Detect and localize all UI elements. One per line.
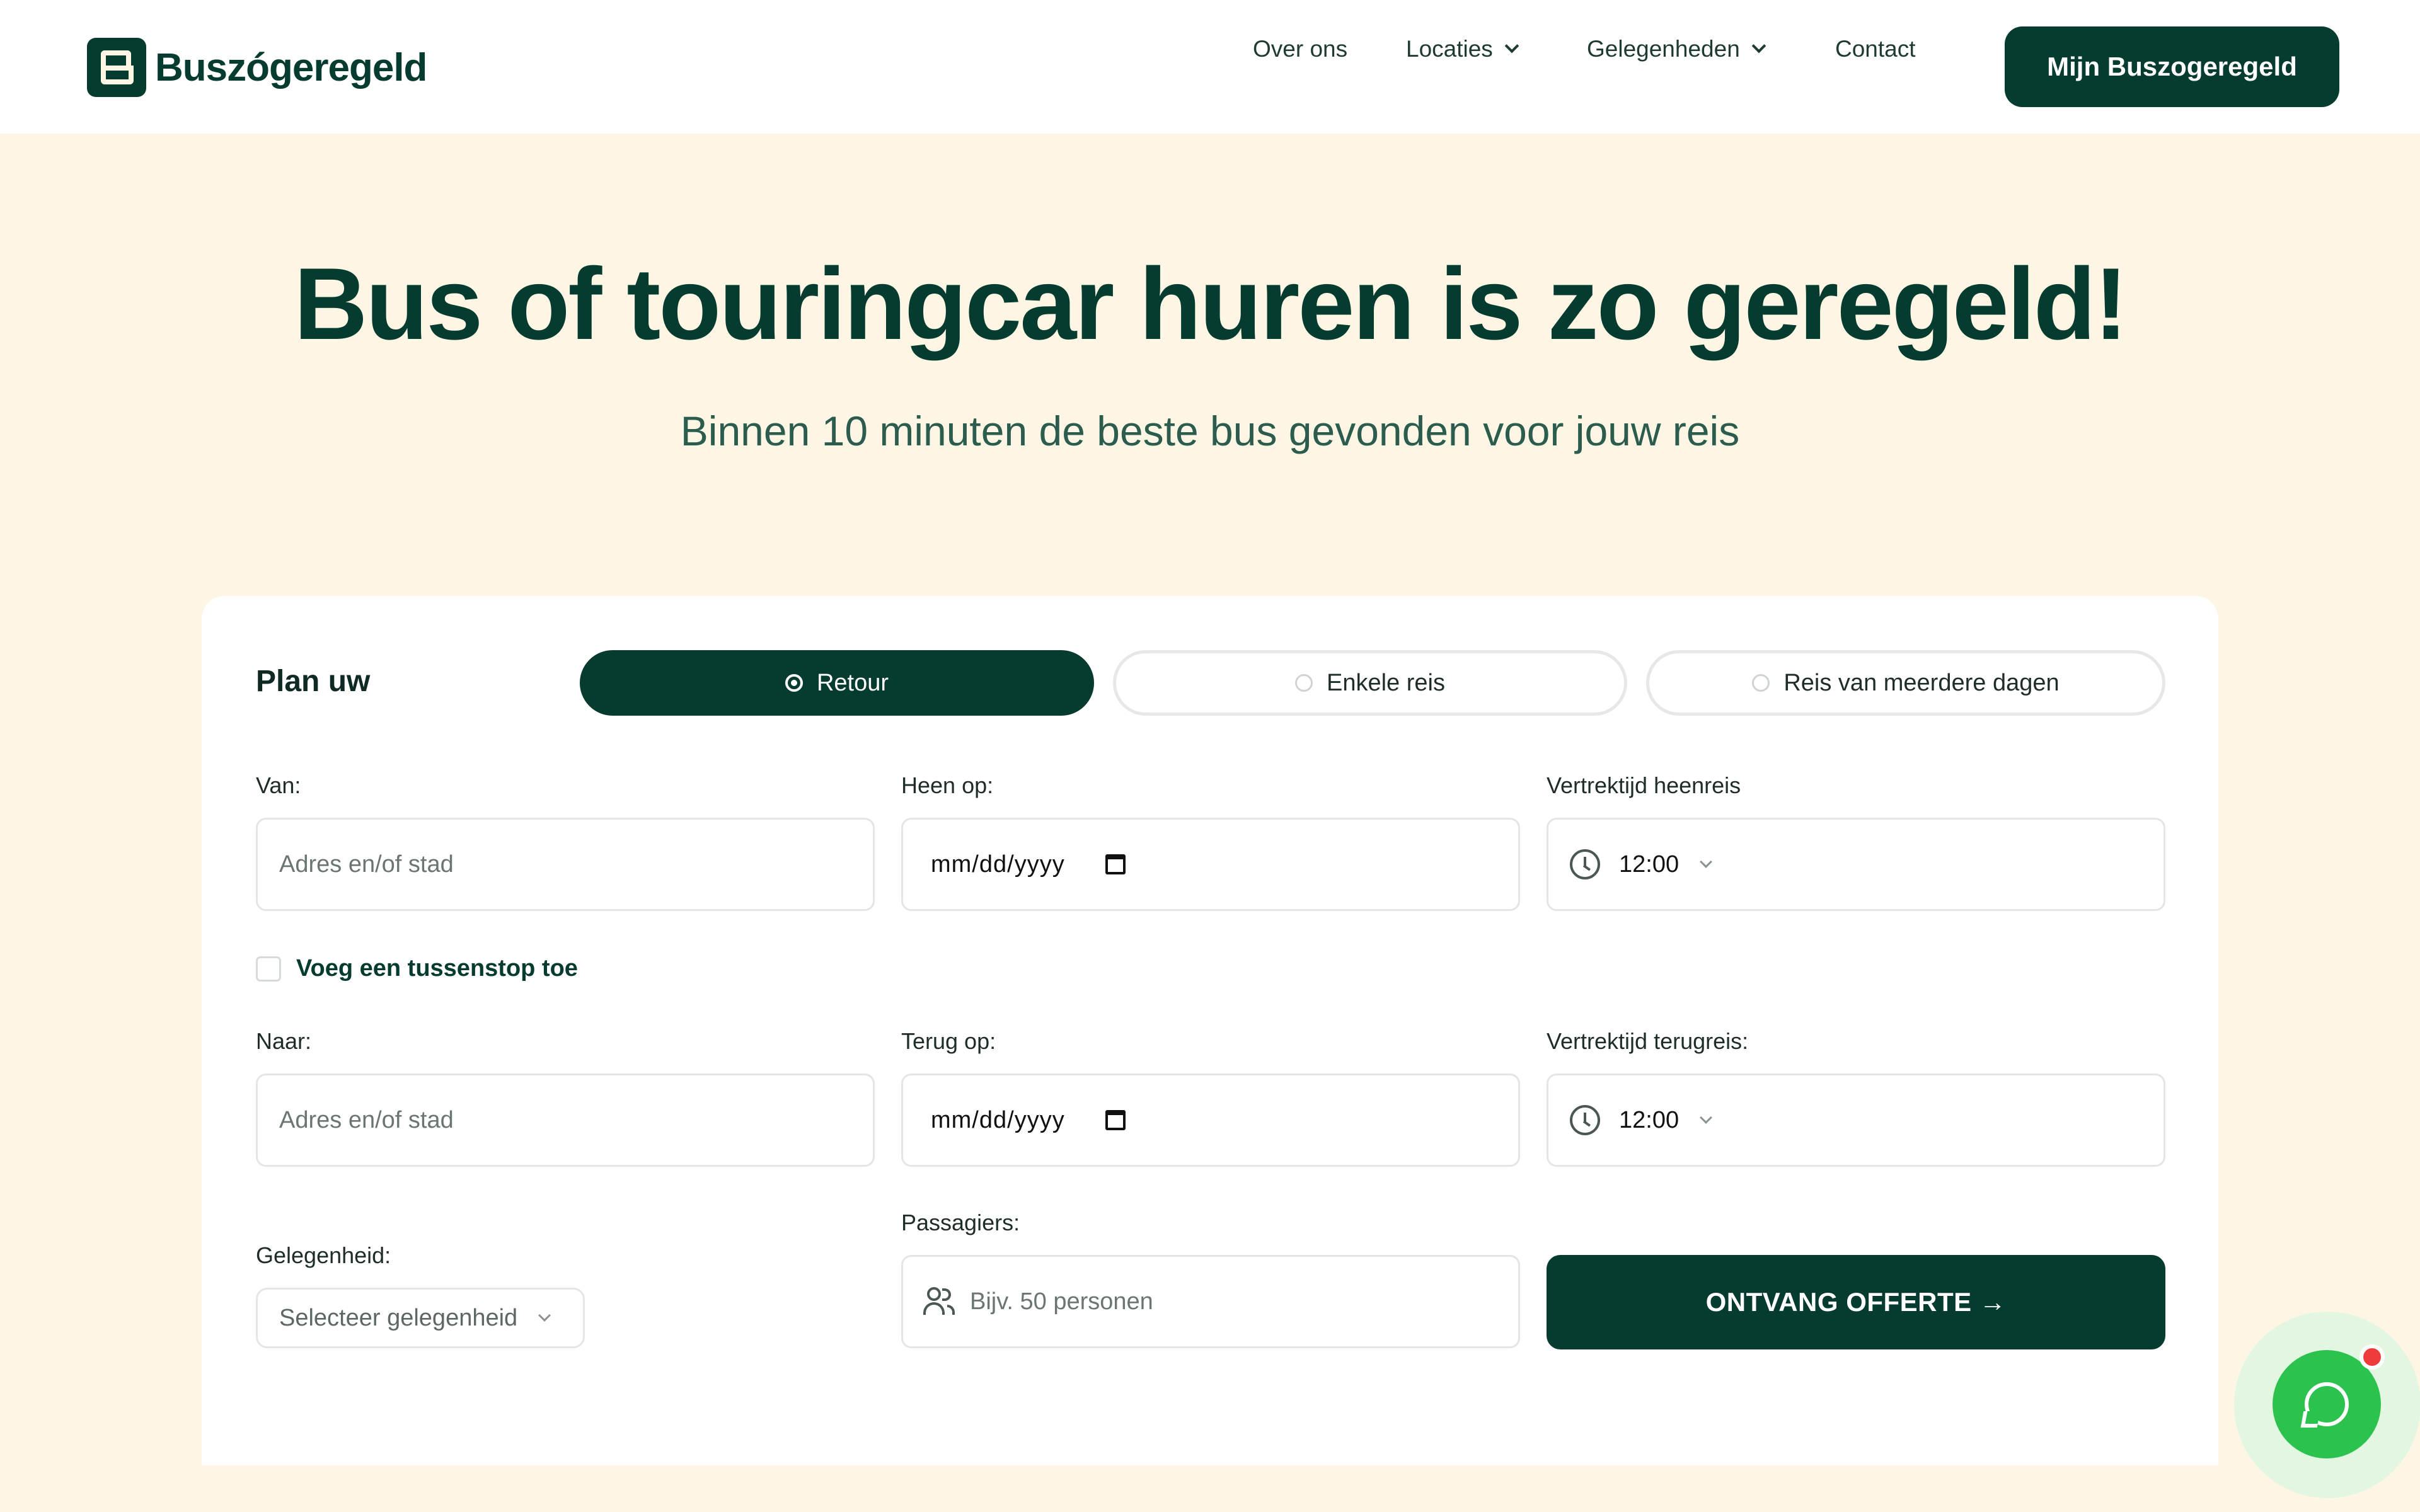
nav-item-over-ons[interactable]: Over ons [1253,36,1347,62]
depart-date-input[interactable]: mm/dd/yyyy [901,818,1520,911]
site-header: Buszógeregeld Over ons Locaties Gelegenh… [0,0,2420,134]
passengers-input[interactable]: Bijv. 50 personen [901,1255,1520,1348]
radio-icon [1752,674,1770,692]
from-input[interactable]: Adres en/of stad [256,818,875,911]
to-label: Naar: [256,1028,312,1054]
stopover-label[interactable]: Voeg een tussenstop toe [296,955,578,982]
return-date-label: Terug op: [901,1028,996,1054]
return-time-value: 12:00 [1619,1106,1680,1133]
radio-icon [785,674,803,692]
depart-date-label: Heen op: [901,772,994,798]
logo-text: Buszógeregeld [155,45,427,89]
passengers-placeholder: Bijv. 50 personen [970,1288,1153,1315]
hero-title: Bus of touringcar huren is zo geregeld! [294,247,2128,361]
nav-label: Over ons [1253,36,1348,62]
stopover-row[interactable]: Voeg een tussenstop toe [256,955,578,982]
trip-type-enkele-reis[interactable]: Enkele reis [1113,650,1627,716]
depart-time-select[interactable]: 12:00 [1547,818,2165,911]
to-placeholder: Adres en/of stad [279,1106,454,1133]
chat-icon [2305,1382,2349,1426]
logo-icon [87,38,146,97]
trip-type-label: Retour [816,669,889,696]
trip-type-label: Reis van meerdere dagen [1783,669,2060,696]
nav-item-locaties[interactable]: Locaties [1406,36,1519,62]
radio-icon [1295,674,1313,692]
nav-label: Gelegenheden [1587,36,1740,62]
depart-time-value: 12:00 [1619,850,1680,878]
booking-form-card: Plan uw Retour Enkele reis Reis van meer… [202,596,2218,1465]
occasion-placeholder: Selecteer gelegenheid [279,1304,518,1331]
chevron-down-icon [1700,856,1712,868]
return-time-select[interactable]: 12:00 [1547,1074,2165,1167]
trip-type-retour[interactable]: Retour [580,650,1094,716]
trip-type-label: Enkele reis [1327,669,1445,696]
depart-time-label: Vertrektijd heenreis [1547,772,1741,798]
clock-icon [1570,1105,1600,1135]
to-input[interactable]: Adres en/of stad [256,1074,875,1167]
occasion-select[interactable]: Selecteer gelegenheid [256,1288,585,1348]
depart-date-value: mm/dd/yyyy [931,850,1065,878]
chevron-down-icon [1700,1111,1712,1124]
notification-dot [2360,1344,2385,1370]
hero-subtitle: Binnen 10 minuten de beste bus gevonden … [680,408,1740,454]
return-date-value: mm/dd/yyyy [931,1106,1065,1133]
from-label: Van: [256,772,301,798]
nav-item-contact[interactable]: Contact [1835,36,1916,62]
account-button[interactable]: Mijn Buszogeregeld [2005,26,2339,107]
request-quote-button[interactable]: ONTVANG OFFERTE → [1547,1255,2165,1349]
passengers-label: Passagiers: [901,1210,1020,1235]
logo[interactable]: Buszógeregeld [87,38,427,97]
nav-label: Contact [1835,36,1916,62]
return-date-input[interactable]: mm/dd/yyyy [901,1074,1520,1167]
chevron-down-icon [1751,38,1766,54]
stopover-checkbox[interactable] [256,956,281,982]
clock-icon [1570,849,1600,879]
trip-type-meerdere-dagen[interactable]: Reis van meerdere dagen [1646,650,2165,716]
people-icon [923,1287,955,1316]
chevron-down-icon [538,1309,551,1322]
from-placeholder: Adres en/of stad [279,850,454,878]
calendar-icon[interactable] [1105,854,1126,874]
chevron-down-icon [1504,38,1519,54]
nav-label: Locaties [1406,36,1493,62]
nav-item-gelegenheden[interactable]: Gelegenheden [1587,36,1766,62]
plan-label: Plan uw [256,665,371,698]
return-time-label: Vertrektijd terugreis: [1547,1028,1749,1054]
occasion-label: Gelegenheid: [256,1242,391,1268]
calendar-icon[interactable] [1105,1110,1126,1130]
